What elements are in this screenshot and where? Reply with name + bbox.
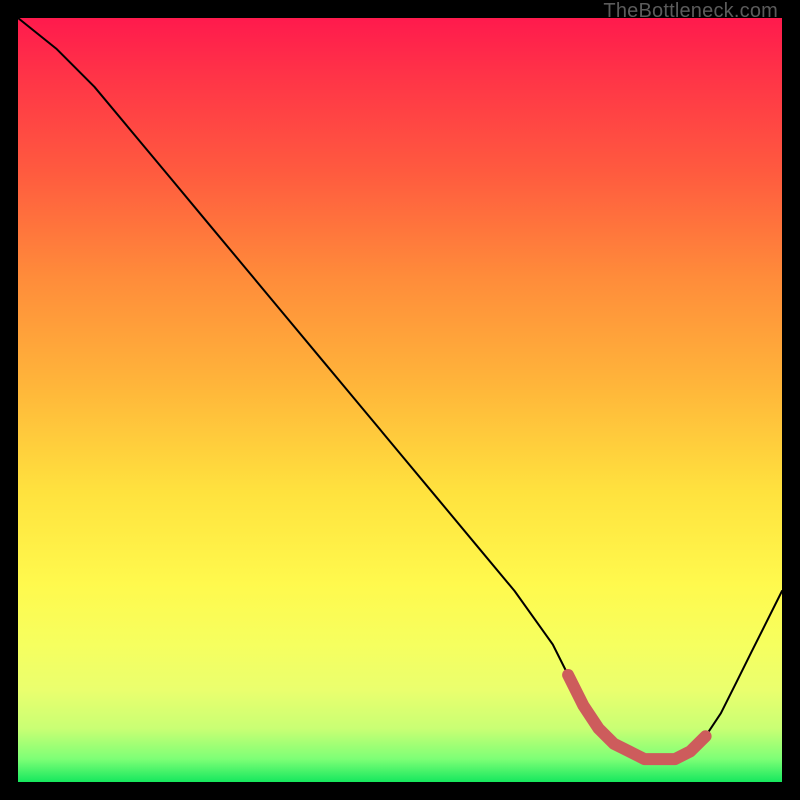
bottleneck-curve-highlight bbox=[568, 675, 706, 759]
curve-svg bbox=[18, 18, 782, 782]
bottleneck-curve-line bbox=[18, 18, 782, 759]
chart-frame: TheBottleneck.com bbox=[0, 0, 800, 800]
plot-area bbox=[18, 18, 782, 782]
